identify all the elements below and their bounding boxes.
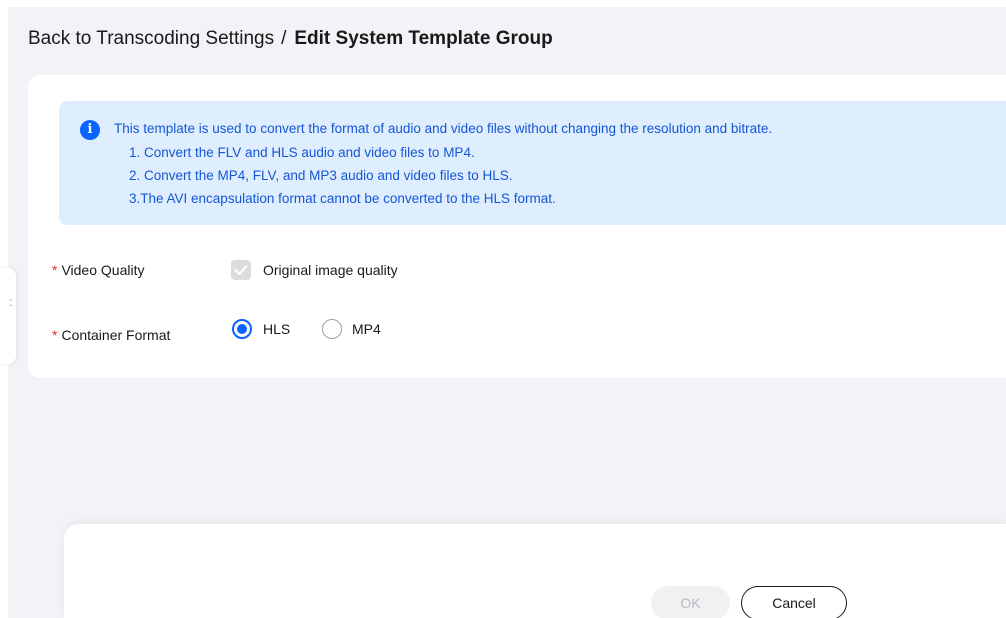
- back-to-transcoding-link[interactable]: Back to Transcoding Settings: [28, 28, 274, 49]
- drag-handle-icon: :: [9, 295, 13, 309]
- original-quality-checkbox[interactable]: [231, 260, 251, 280]
- notice-line-3: 3.The AVI encapsulation format cannot be…: [129, 191, 556, 206]
- video-quality-label-text: Video Quality: [61, 262, 145, 278]
- page-title: Edit System Template Group: [294, 28, 553, 49]
- container-format-label: * Container Format: [52, 326, 170, 344]
- footer-bar: [64, 524, 1006, 618]
- breadcrumb: Back to Transcoding Settings / Edit System…: [28, 26, 553, 52]
- hls-radio-label[interactable]: HLS: [263, 320, 290, 338]
- required-asterisk: *: [52, 327, 58, 343]
- notice-line-2: 2. Convert the MP4, FLV, and MP3 audio a…: [129, 168, 513, 183]
- breadcrumb-separator: /: [281, 28, 287, 49]
- mp4-radio-label[interactable]: MP4: [352, 320, 381, 338]
- mp4-radio[interactable]: [322, 319, 342, 339]
- info-icon: i: [80, 120, 100, 140]
- original-quality-option-label: Original image quality: [263, 262, 398, 278]
- notice-line-intro: This template is used to convert the for…: [114, 121, 773, 136]
- video-quality-label: * Video Quality: [52, 261, 144, 279]
- required-asterisk: *: [52, 262, 58, 278]
- hls-radio[interactable]: [232, 319, 252, 339]
- cancel-button[interactable]: Cancel: [741, 586, 847, 618]
- ok-button[interactable]: OK: [651, 586, 730, 618]
- checkmark-icon: [234, 265, 248, 275]
- notice-line-1: 1. Convert the FLV and HLS audio and vid…: [129, 145, 475, 160]
- container-format-label-text: Container Format: [61, 327, 171, 343]
- sidebar-collapse-handle[interactable]: [0, 268, 16, 364]
